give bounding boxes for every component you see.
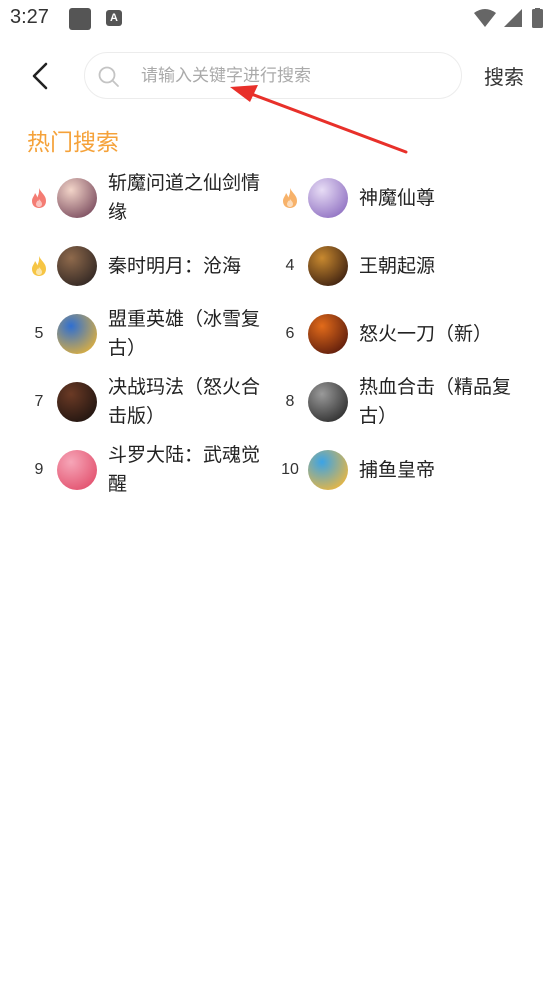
game-name: 秦时明月：沧海 <box>108 254 242 277</box>
wifi-icon <box>474 9 496 27</box>
hot-search-item[interactable]: 4 王朝起源 <box>278 232 528 300</box>
rank-number: 6 <box>285 325 295 342</box>
game-icon <box>57 314 97 354</box>
game-name: 决战玛法（怒火合击版） <box>108 376 261 427</box>
game-name: 盟重英雄（冰雪复古） <box>108 308 261 359</box>
hot-search-item[interactable]: 7 决战玛法（怒火合击版） <box>27 368 277 436</box>
flame-icon <box>27 232 51 300</box>
game-name: 斗罗大陆：武魂觉醒 <box>108 444 261 495</box>
hot-search-item[interactable]: 神魔仙尊 <box>278 164 528 232</box>
game-icon <box>308 178 348 218</box>
rank-number: 10 <box>281 461 299 478</box>
battery-icon <box>532 9 543 28</box>
app-a-icon: A <box>106 10 122 26</box>
status-right-icons <box>474 8 543 28</box>
game-name: 怒火一刀（新） <box>359 322 493 345</box>
flame-icon <box>27 164 51 232</box>
status-time: 3:27 <box>10 6 49 28</box>
search-input[interactable] <box>141 61 441 91</box>
game-name: 王朝起源 <box>359 254 436 277</box>
rank-number: 5 <box>34 325 44 342</box>
game-icon <box>308 450 348 490</box>
game-icon <box>308 314 348 354</box>
game-icon <box>57 246 97 286</box>
flame-icon <box>278 164 302 232</box>
rank-number: 8 <box>285 393 295 410</box>
game-name: 斩魔问道之仙剑情缘 <box>108 172 261 223</box>
game-name: 神魔仙尊 <box>359 186 436 209</box>
back-arrow-icon <box>32 62 48 90</box>
hot-search-item[interactable]: 6 怒火一刀（新） <box>278 300 528 368</box>
hot-search-item[interactable]: 9 斗罗大陆：武魂觉醒 <box>27 436 277 504</box>
signal-icon <box>504 9 522 27</box>
hot-search-item[interactable]: 8 热血合击（精品复古） <box>278 368 528 436</box>
hot-search-item[interactable]: 斩魔问道之仙剑情缘 <box>27 164 277 232</box>
hot-search-item[interactable]: 秦时明月：沧海 <box>27 232 277 300</box>
search-box[interactable] <box>84 52 462 99</box>
search-button[interactable]: 搜索 <box>484 61 524 90</box>
game-icon <box>57 382 97 422</box>
game-name: 热血合击（精品复古） <box>359 376 512 427</box>
hot-search-title: 热门搜索 <box>27 130 119 156</box>
rank-number: 4 <box>285 257 295 274</box>
game-icon <box>308 382 348 422</box>
game-icon <box>308 246 348 286</box>
game-icon <box>57 450 97 490</box>
rank-number: 9 <box>34 461 44 478</box>
game-name: 捕鱼皇帝 <box>359 458 436 481</box>
hot-search-item[interactable]: 5 盟重英雄（冰雪复古） <box>27 300 277 368</box>
notification-square-icon <box>69 8 91 30</box>
status-bar: 3:27 A <box>0 0 560 38</box>
rank-number: 7 <box>34 393 44 410</box>
game-icon <box>57 178 97 218</box>
hot-search-item[interactable]: 10 捕鱼皇帝 <box>278 436 528 504</box>
back-button[interactable] <box>22 56 58 96</box>
search-icon <box>98 66 119 87</box>
